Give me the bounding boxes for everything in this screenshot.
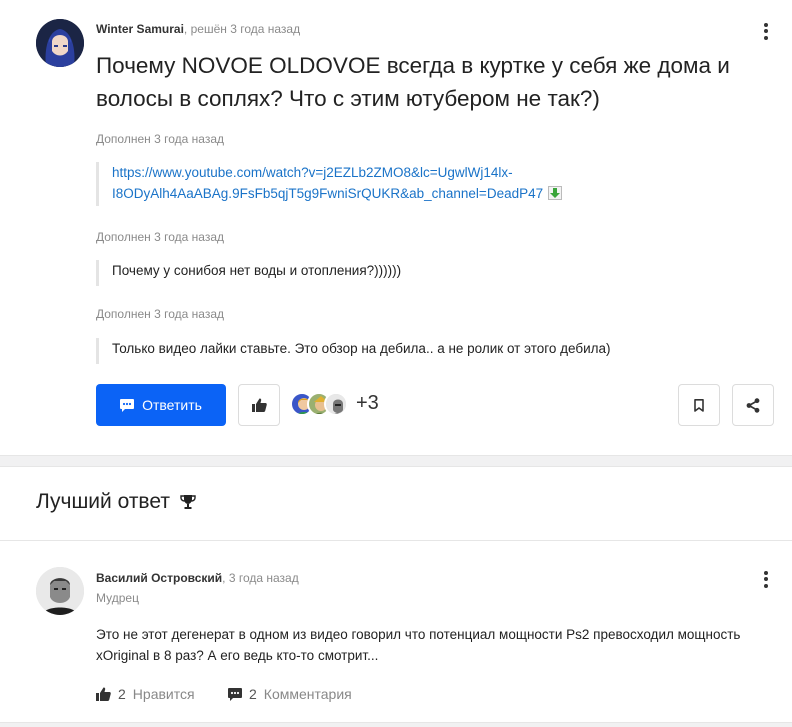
supplement-text: Только видео лайки ставьте. Это обзор на… <box>112 341 611 356</box>
thumbs-up-icon <box>96 687 111 701</box>
answer-author-name[interactable]: Василий Островский <box>96 571 222 585</box>
question-status: , решён 3 года назад <box>183 22 301 36</box>
answer-time: , 3 года назад <box>222 571 299 585</box>
chat-icon <box>120 398 135 412</box>
comment-icon <box>228 687 242 701</box>
question-more-icon[interactable] <box>756 21 776 41</box>
share-icon <box>746 397 760 413</box>
supplement-link[interactable]: https://www.youtube.com/watch?v=j2EZLb2Z… <box>112 165 543 201</box>
author-rank: Мудрец <box>96 591 139 605</box>
answer-meta: Василий Островский, 3 года назад <box>96 571 299 585</box>
answer-button[interactable]: Ответить <box>96 384 226 426</box>
answer-button-label: Ответить <box>142 397 202 413</box>
likes-count: 2 <box>118 686 126 702</box>
like-button[interactable] <box>238 384 280 426</box>
question-meta: Winter Samurai, решён 3 года назад <box>96 22 300 36</box>
best-answer-title: Лучший ответ <box>36 490 170 513</box>
supplement-text: Почему у сонибоя нет воды и отопления?))… <box>112 263 402 278</box>
likers-more-count[interactable]: +3 <box>356 392 379 415</box>
liker-avatar[interactable] <box>324 392 348 416</box>
author-name[interactable]: Winter Samurai <box>96 22 184 36</box>
heading-separator <box>0 540 792 541</box>
thumbs-up-icon <box>251 398 267 412</box>
trophy-icon <box>180 495 196 509</box>
question-card: Winter Samurai, решён 3 года назад Почем… <box>0 0 792 455</box>
supplement-box: Только видео лайки ставьте. Это обзор на… <box>96 338 776 364</box>
supplement-label: Дополнен 3 года назад <box>96 230 224 244</box>
supplement-box: Почему у сонибоя нет воды и отопления?))… <box>96 260 776 286</box>
supplement-label: Дополнен 3 года назад <box>96 307 224 321</box>
supplement-box: https://www.youtube.com/watch?v=j2EZLb2Z… <box>96 162 776 206</box>
answer-text: Это не этот дегенерат в одном из видео г… <box>96 627 741 663</box>
answer-comments-button[interactable]: 2 Комментария <box>228 686 352 702</box>
answer-more-icon[interactable] <box>756 569 776 589</box>
answer-like-button[interactable]: 2 Нравится <box>96 686 195 702</box>
author-avatar[interactable] <box>36 19 84 67</box>
answer-author-avatar[interactable] <box>36 567 84 615</box>
question-title: Почему NOVOE OLDOVOE всегда в куртке у с… <box>96 53 730 111</box>
bookmark-icon <box>694 398 704 412</box>
section-divider <box>0 455 792 467</box>
supplement-label: Дополнен 3 года назад <box>96 132 224 146</box>
likes-label: Нравится <box>132 686 195 702</box>
comments-count: 2 <box>249 686 257 702</box>
download-icon[interactable] <box>548 186 563 200</box>
share-button[interactable] <box>732 384 774 426</box>
comments-label: Комментария <box>263 686 352 702</box>
best-answer-heading: Лучший ответ <box>36 490 196 514</box>
bookmark-button[interactable] <box>678 384 720 426</box>
bottom-divider <box>0 722 792 727</box>
